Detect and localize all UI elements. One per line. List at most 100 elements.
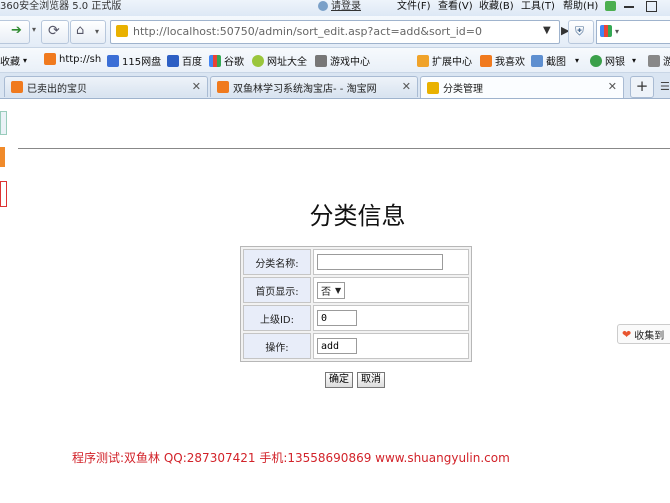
site-icon [427,81,439,94]
home-icon: ⌂ [76,23,85,38]
title-bar: 360安全浏览器 5.0 正式版 请登录 文件(F) 查看(V) 收藏(B) 工… [0,0,670,16]
category-name-input[interactable] [317,254,443,270]
heart-icon: ❤ [622,327,632,341]
taobao-icon [11,81,23,93]
bookmark-item[interactable]: 百度 [167,53,202,68]
menu-view[interactable]: 查看(V) [438,0,473,13]
collect-widget[interactable]: ❤ 收集到 [617,324,670,344]
screenshot-button[interactable]: 截图 ▾ [531,53,579,68]
games-button[interactable]: 游 [648,53,670,68]
bookmark-item[interactable]: 115网盘 [107,53,161,68]
name-cell [313,249,469,275]
login-link[interactable]: 请登录 [331,0,361,13]
bookmark-label: 百度 [182,57,202,68]
menu-favorites[interactable]: 收藏(B) [479,0,514,13]
maximize-icon[interactable] [646,1,657,12]
chevron-down-icon: ▾ [615,27,620,36]
bookmark-label: 截图 [546,57,566,68]
homepage-label: 首页显示: [243,277,311,303]
tab-bar: 已卖出的宝贝 ✕ 双鱼林学习系统淘宝店- - 淘宝网 ✕ 分类管理 ✕ + ☰ [0,73,670,99]
home-button[interactable]: ⌂ ▾ [70,20,106,44]
bookmark-item[interactable]: http://sh [44,53,101,65]
paw-icon [167,54,179,67]
user-icon [318,1,328,11]
menu-tools[interactable]: 工具(T) [521,0,555,13]
side-tab-icon[interactable] [0,111,7,135]
search-engine-icon[interactable] [600,25,612,37]
chevron-down-icon: ▾ [575,56,580,65]
tab-taobao-store[interactable]: 双鱼林学习系统淘宝店- - 淘宝网 ✕ [210,76,418,97]
taobao-icon [217,81,229,93]
form-row: 操作: [243,333,469,359]
new-tab-button[interactable]: + [630,76,654,98]
chevron-down-icon: ▼ [335,285,342,295]
confirm-button[interactable]: 确定 [325,372,353,388]
site-icon [116,25,128,37]
tab-label: 已卖出的宝贝 [27,83,87,95]
collect-label: 收集到 [634,330,665,342]
side-panel [0,105,7,207]
form-row: 上级ID: [243,305,469,331]
close-icon[interactable]: ✕ [402,80,411,93]
minimize-icon[interactable] [624,6,634,8]
ebank-button[interactable]: 网银 ▾ [590,53,636,68]
security-button[interactable]: ⛨ [568,20,594,44]
scissors-icon [531,54,543,67]
game-icon [648,54,660,67]
bookmark-label: 我喜欢 [495,57,525,68]
close-icon[interactable]: ✕ [608,80,617,93]
back-button[interactable]: ➔ [0,20,30,44]
name-label: 分类名称: [243,249,311,275]
action-label: 操作: [243,333,311,359]
divider [18,148,670,149]
address-url: http://localhost:50750/admin/sort_edit.a… [133,25,483,38]
tab-label: 分类管理 [443,84,483,95]
chevron-down-icon: ▾ [95,27,100,36]
menu-help[interactable]: 帮助(H) [563,0,598,13]
homepage-select[interactable]: 否 ▼ [317,281,346,299]
action-input[interactable] [317,338,357,354]
parent-id-label: 上级ID: [243,305,311,331]
cancel-button[interactable]: 取消 [357,372,385,388]
bookmark-label: 网址大全 [267,57,307,68]
url-dropdown-icon[interactable]: ▼ [543,25,551,36]
search-box[interactable]: ▾ [596,20,670,44]
bookmark-item[interactable]: 游戏中心 [315,53,370,68]
tab-label: 双鱼林学习系统淘宝店- - 淘宝网 [233,83,377,95]
puzzle-icon [417,54,429,67]
action-cell [313,333,469,359]
tab-list-icon[interactable]: ☰ [660,80,670,93]
bookmarks-menu[interactable]: 收藏 ▾ [0,53,27,68]
bookmark-label: 115网盘 [122,57,162,68]
bookmark-label: 谷歌 [224,57,244,68]
bookmark-item[interactable]: 网址大全 [252,53,307,68]
homepage-cell: 否 ▼ [313,277,469,303]
tab-category-manage[interactable]: 分类管理 ✕ [420,76,624,98]
bank-icon [590,54,602,67]
favorites-button[interactable]: 我喜欢 [480,53,525,68]
page-title: 分类信息 [309,202,406,230]
parent-id-cell [313,305,469,331]
globe-icon [252,54,264,67]
shield-icon: ⛨ [575,24,585,38]
bookmark-label: http://sh [59,53,102,65]
address-bar[interactable]: http://localhost:50750/admin/sort_edit.a… [110,20,560,44]
category-form: 分类名称: 首页显示: 否 ▼ 上级ID: 操作: [240,246,472,362]
parent-id-input[interactable] [317,310,357,326]
extensions-button[interactable]: 扩展中心 [417,53,472,68]
menu-file[interactable]: 文件(F) [397,0,431,13]
form-row: 首页显示: 否 ▼ [243,277,469,303]
refresh-button[interactable]: ⟳ [41,20,69,44]
close-icon[interactable]: ✕ [192,80,201,93]
bookmark-label: 扩展中心 [432,57,472,68]
tab-sold-items[interactable]: 已卖出的宝贝 ✕ [4,76,208,97]
history-dropdown[interactable]: ▾ [32,20,40,42]
bookmark-label: 游戏中心 [330,57,370,68]
chevron-down-icon: ▾ [32,25,37,34]
side-tab-icon[interactable] [0,147,5,167]
skin-icon[interactable] [605,1,616,11]
heart-icon [480,54,492,67]
bookmark-item[interactable]: 谷歌 [209,53,244,68]
bookmark-label: 网银 [605,57,625,68]
site-icon [44,53,56,65]
